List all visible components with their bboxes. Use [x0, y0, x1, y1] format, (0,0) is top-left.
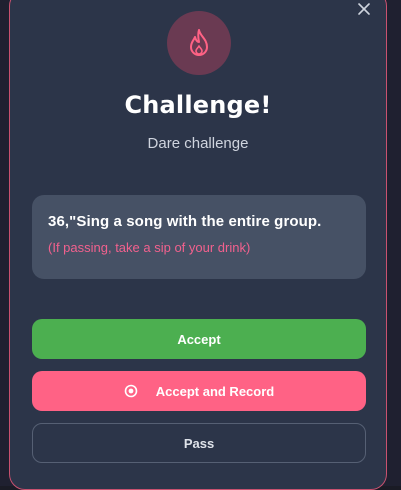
- accept-button[interactable]: Accept: [32, 319, 366, 359]
- accept-and-record-label: Accept and Record: [155, 383, 275, 399]
- dialog-subtitle: Dare challenge: [147, 135, 249, 152]
- pass-button[interactable]: Pass: [32, 423, 366, 463]
- dare-card: 36,"Sing a song with the entire group. (…: [32, 195, 366, 279]
- dialog-title: Challenge!: [124, 91, 272, 119]
- close-icon: [358, 3, 370, 15]
- accept-button-label: Accept: [177, 331, 221, 347]
- flame-icon: [190, 29, 208, 56]
- accept-and-record-button[interactable]: Accept and Record: [32, 371, 366, 411]
- record-icon: [124, 384, 138, 398]
- flame-icon-badge: [167, 11, 231, 75]
- dare-pass-note: (If passing, take a sip of your drink): [48, 240, 251, 255]
- pass-button-label: Pass: [183, 435, 215, 451]
- challenge-dialog: Challenge! Dare challenge 36,"Sing a son…: [9, 0, 387, 490]
- close-button[interactable]: [356, 1, 372, 17]
- dare-text: 36,"Sing a song with the entire group.: [48, 213, 322, 230]
